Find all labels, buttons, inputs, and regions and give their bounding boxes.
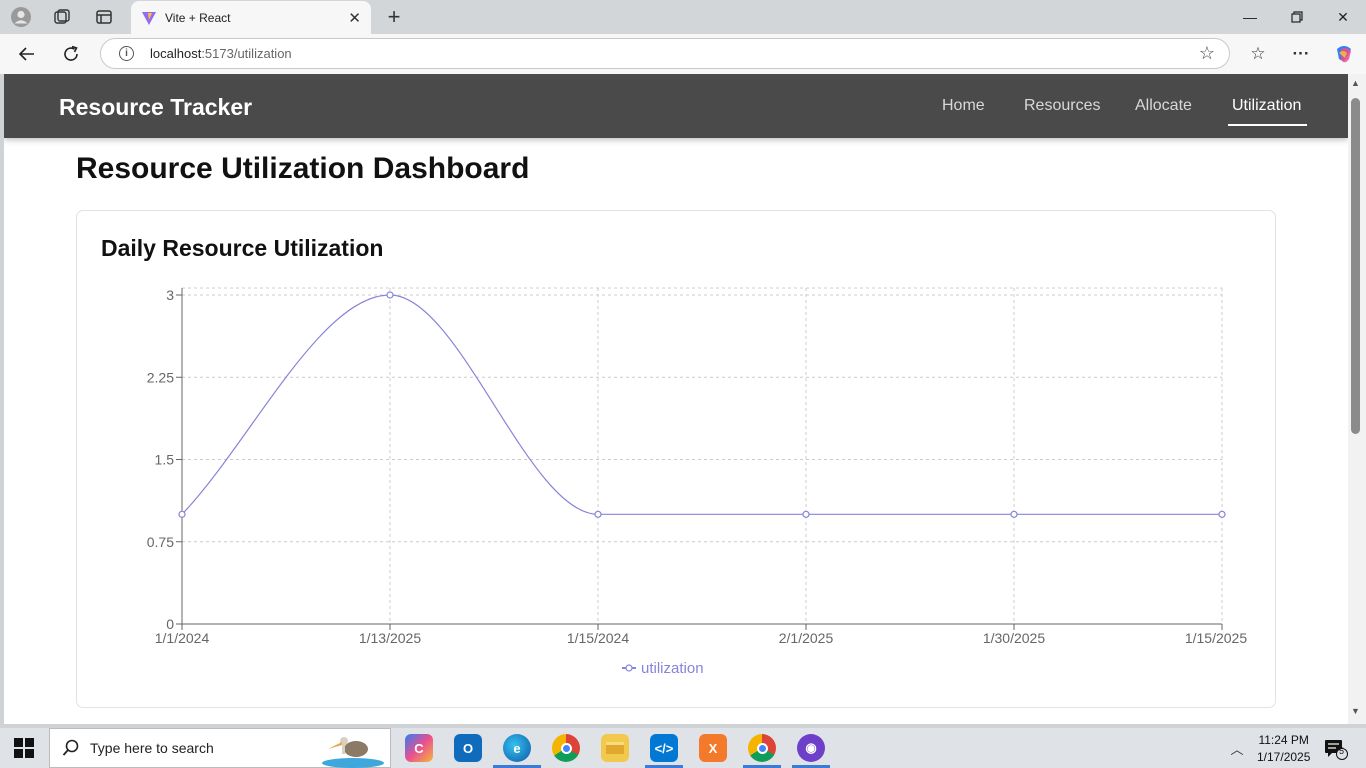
more-options-icon[interactable]: ··· [1290, 43, 1312, 65]
tab-title: Vite + React [165, 10, 231, 25]
url-text: localhost:5173/utilization [150, 46, 292, 61]
data-point [1218, 510, 1226, 518]
favorite-star-icon[interactable]: ☆ [1199, 43, 1215, 64]
minimize-icon[interactable]: — [1238, 6, 1262, 28]
x-tick-label: 1/13/2025 [359, 630, 421, 646]
data-point [802, 510, 810, 518]
scroll-thumb[interactable] [1351, 98, 1360, 434]
nav-allocate[interactable]: Allocate [1135, 97, 1192, 115]
chart-card: Daily Resource Utilization 0 0.75 1.5 2.25 3… [76, 210, 1276, 708]
notifications-icon[interactable]: 5 [1322, 737, 1348, 761]
notification-count: 5 [1339, 746, 1345, 756]
x-tick-label: 1/1/2024 [155, 630, 210, 646]
url-host: localhost [150, 46, 202, 61]
edge-icon[interactable]: e [503, 734, 531, 762]
scroll-up-icon[interactable]: ▲ [1351, 78, 1360, 88]
pelican-illustration-icon [322, 737, 384, 768]
restore-icon[interactable] [1285, 6, 1309, 28]
y-tick-label: 2.25 [147, 369, 174, 385]
copilot-app-icon[interactable]: C [405, 734, 433, 762]
workspaces-icon[interactable] [52, 7, 72, 27]
browser-tab-bar: Vite + React ✕ + — ✕ [0, 0, 1366, 34]
profile-icon[interactable] [10, 6, 32, 28]
copilot-icon[interactable] [1332, 42, 1356, 66]
clock-date: 1/17/2025 [1257, 750, 1311, 764]
vscode-icon[interactable]: </> [650, 734, 678, 762]
legend-point-marker [625, 664, 633, 672]
nav-resources[interactable]: Resources [1024, 97, 1100, 115]
data-point [178, 510, 186, 518]
app-navbar: Resource Tracker Home Resources Allocate… [4, 74, 1348, 138]
back-icon[interactable] [16, 43, 38, 65]
chrome-profile-icon[interactable] [748, 734, 776, 762]
page-scrollbar[interactable]: ▲ ▼ [1348, 74, 1366, 724]
series-line-utilization [181, 294, 1222, 515]
clock-time: 11:24 PM [1258, 733, 1309, 747]
y-tick-label: 3 [166, 287, 174, 303]
close-tab-icon[interactable]: ✕ [348, 9, 361, 27]
nav-home[interactable]: Home [942, 97, 985, 115]
address-bar[interactable]: i localhost:5173/utilization ☆ [100, 38, 1230, 69]
refresh-icon[interactable] [60, 43, 82, 65]
new-tab-icon[interactable]: + [382, 4, 406, 29]
page-title: Resource Utilization Dashboard [76, 152, 530, 185]
close-window-icon[interactable]: ✕ [1331, 6, 1355, 28]
active-nav-indicator [1228, 124, 1307, 126]
chrome-icon[interactable] [552, 734, 580, 762]
tray-clock[interactable]: 11:24 PM 1/17/2025 [1257, 732, 1310, 766]
nav-utilization[interactable]: Utilization [1232, 97, 1301, 115]
search-icon [62, 739, 79, 756]
browser-toolbar: i localhost:5173/utilization ☆ ☆ ··· [0, 34, 1366, 74]
search-placeholder: Type here to search [90, 740, 214, 756]
page-viewport: Resource Tracker Home Resources Allocate… [4, 74, 1366, 724]
x-tick-label: 1/15/2024 [567, 630, 629, 646]
favorites-icon[interactable]: ☆ [1247, 43, 1269, 65]
file-explorer-icon[interactable] [601, 734, 629, 762]
github-desktop-icon[interactable]: ◉ [797, 734, 825, 762]
utilization-line-chart: 00.751.52.2531/1/2024 1/13/2025 1/15/2024 2… [147, 287, 1248, 677]
outlook-icon[interactable]: O [454, 734, 482, 762]
browser-tab[interactable]: Vite + React ✕ [131, 1, 371, 34]
brand-title[interactable]: Resource Tracker [59, 94, 252, 121]
x-tick-label: 1/30/2025 [983, 630, 1045, 646]
scroll-down-icon[interactable]: ▼ [1351, 706, 1360, 716]
site-info-icon[interactable]: i [119, 46, 134, 61]
data-point [594, 510, 602, 518]
taskbar-search[interactable]: Type here to search [49, 728, 391, 768]
x-tick-label: 1/15/2025 [1185, 630, 1247, 646]
tab-actions-icon[interactable] [94, 7, 114, 27]
windows-taskbar: Type here to search C O e </> X ◉ ︿ 11:2… [0, 728, 1366, 768]
url-path: :5173/utilization [201, 46, 292, 61]
xampp-icon[interactable]: X [699, 734, 727, 762]
y-tick-label: 1.5 [155, 452, 175, 468]
y-tick-label: 0.75 [147, 534, 174, 550]
vite-icon [142, 11, 156, 25]
data-point [1010, 510, 1018, 518]
windows-start-icon[interactable] [14, 738, 34, 758]
show-hidden-icons-icon[interactable]: ︿ [1227, 738, 1247, 758]
legend-label: utilization [641, 660, 704, 677]
x-tick-label: 2/1/2025 [779, 630, 834, 646]
data-point [386, 291, 394, 299]
